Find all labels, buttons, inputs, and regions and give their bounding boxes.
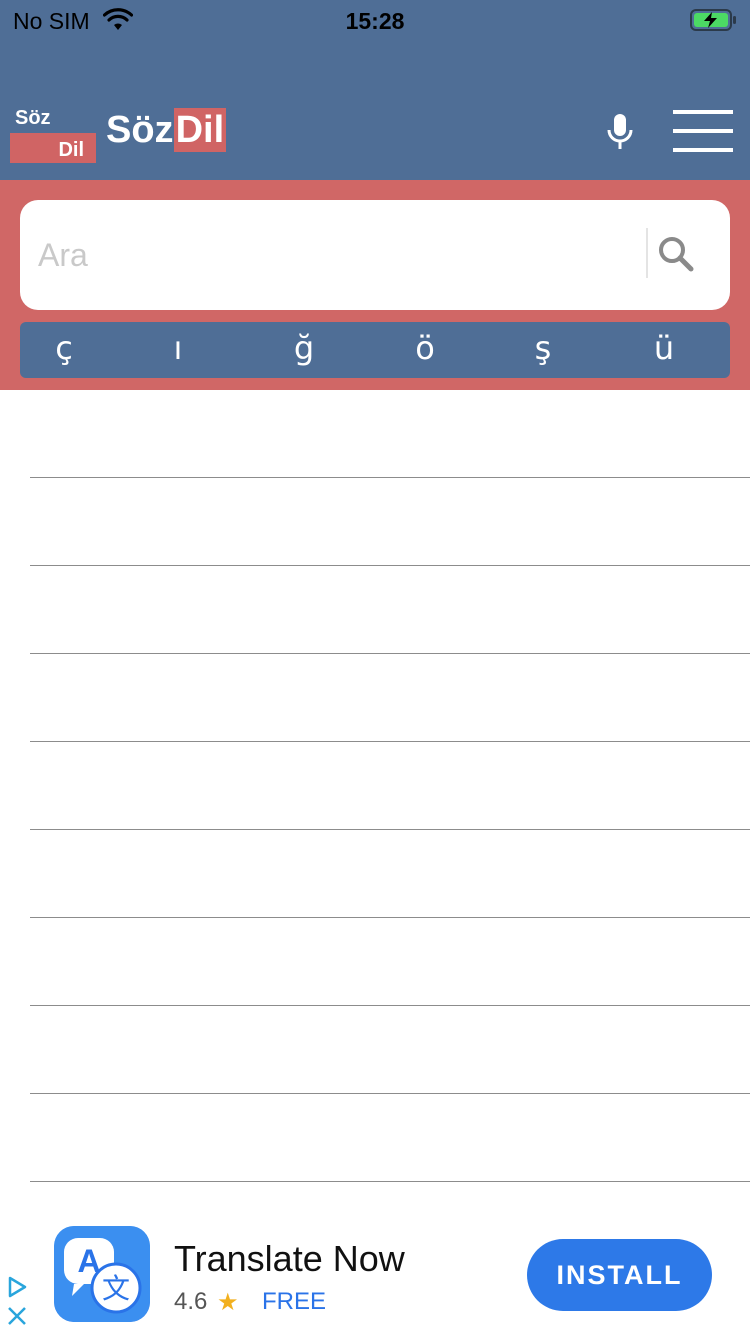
mic-icon[interactable] [600, 112, 640, 152]
ad-choices-icon[interactable] [6, 1276, 28, 1298]
search-icon[interactable] [656, 234, 696, 274]
list-item[interactable] [30, 742, 750, 830]
char-key-s-cedilla[interactable]: ş [513, 322, 573, 378]
search-divider [646, 228, 648, 278]
ad-app-title[interactable]: Translate Now [174, 1238, 405, 1280]
brand-title: Söz Dil [106, 108, 227, 152]
char-key-c-cedilla[interactable]: ç [34, 322, 94, 378]
list-item[interactable] [30, 830, 750, 918]
list-item[interactable] [30, 1094, 750, 1182]
search-area: ç ı ğ ö ş ü [0, 180, 750, 390]
special-char-bar: ç ı ğ ö ş ü [20, 322, 730, 378]
list-item[interactable] [30, 1006, 750, 1094]
char-key-u-umlaut[interactable]: ü [634, 322, 694, 378]
brand-primary: Söz [106, 109, 174, 151]
install-button[interactable]: INSTALL [527, 1239, 712, 1311]
char-key-dotless-i[interactable]: ı [148, 322, 208, 378]
list-item[interactable] [30, 390, 750, 478]
app-header: No SIM 15:28 Söz Dil Söz Dil [0, 0, 750, 180]
list-item[interactable] [30, 566, 750, 654]
search-input[interactable] [38, 230, 638, 280]
clock: 15:28 [345, 8, 405, 34]
logo[interactable]: Söz Dil [10, 103, 96, 165]
ad-close-icon[interactable] [6, 1305, 28, 1327]
char-key-g-breve[interactable]: ğ [274, 322, 334, 378]
svg-text:文: 文 [102, 1272, 130, 1305]
ad-banner[interactable]: A 文 Translate Now 4.6 ★ FREE INSTALL [0, 1216, 750, 1334]
menu-icon[interactable] [673, 107, 733, 155]
brand-accent: Dil [173, 108, 227, 152]
logo-top-text: Söz [10, 103, 96, 133]
translate-app-icon[interactable]: A 文 [54, 1226, 150, 1322]
search-box [20, 200, 730, 310]
list-item[interactable] [30, 478, 750, 566]
ad-app-price: FREE [262, 1288, 327, 1315]
list-item[interactable] [30, 918, 750, 1006]
ad-app-rating: 4.6 [174, 1288, 208, 1315]
char-key-o-umlaut[interactable]: ö [395, 322, 455, 378]
battery-icon [690, 9, 736, 31]
star-icon: ★ [217, 1288, 239, 1316]
logo-bottom-text: Dil [10, 133, 96, 163]
status-bar: No SIM 15:28 [0, 0, 750, 40]
list-item[interactable] [30, 654, 750, 742]
